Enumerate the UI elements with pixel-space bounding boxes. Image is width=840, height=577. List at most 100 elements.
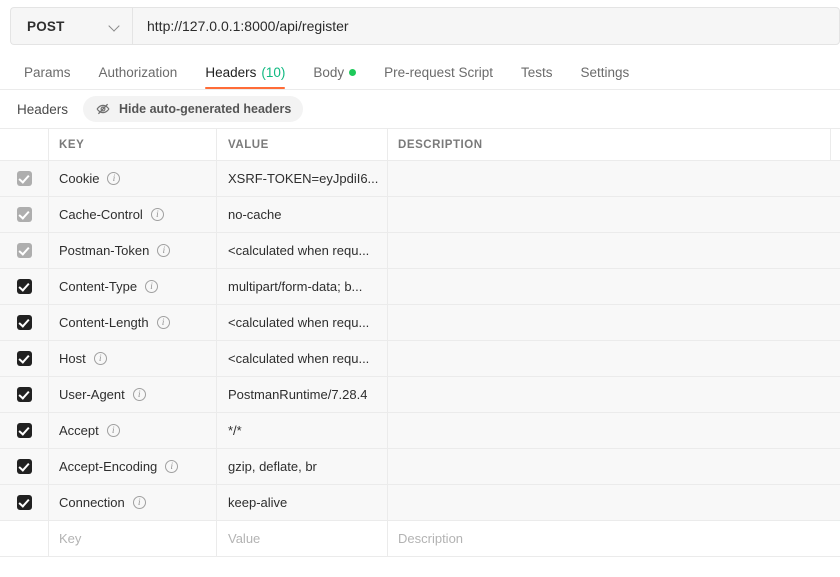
- row-checkbox[interactable]: [16, 387, 32, 402]
- row-value-text: */*: [228, 423, 242, 438]
- row-checkbox[interactable]: [16, 171, 32, 186]
- new-row-value-cell[interactable]: Value: [216, 521, 387, 556]
- row-key-text: User-Agent: [59, 387, 125, 402]
- row-checkbox[interactable]: [16, 459, 32, 474]
- hide-auto-generated-headers-label: Hide auto-generated headers: [119, 102, 292, 116]
- tab-label: Params: [24, 64, 71, 80]
- table-row[interactable]: Accept i */*: [0, 413, 840, 449]
- info-icon[interactable]: i: [157, 244, 171, 257]
- row-checkbox[interactable]: [16, 279, 32, 294]
- table-header-description-cell: DESCRIPTION: [387, 129, 831, 160]
- new-row-value-placeholder: Value: [228, 531, 261, 546]
- table-row[interactable]: User-Agent i PostmanRuntime/7.28.4: [0, 377, 840, 413]
- row-checkbox-cell: [0, 197, 48, 232]
- table-row[interactable]: Content-Type i multipart/form-data; b...: [0, 269, 840, 305]
- row-value-cell[interactable]: multipart/form-data; b...: [216, 269, 387, 304]
- row-key-cell[interactable]: Cache-Control i: [48, 197, 216, 232]
- table-header-value-cell: VALUE: [216, 129, 387, 160]
- row-description-cell[interactable]: [387, 233, 840, 268]
- row-checkbox[interactable]: [16, 423, 32, 438]
- table-row[interactable]: Connection i keep-alive: [0, 485, 840, 521]
- tab-tests[interactable]: Tests: [507, 65, 567, 90]
- tab-label: Pre-request Script: [384, 64, 493, 80]
- table-header-key-cell: KEY: [48, 129, 216, 160]
- row-checkbox-cell: [0, 449, 48, 484]
- row-key-cell[interactable]: Content-Type i: [48, 269, 216, 304]
- row-value-cell[interactable]: <calculated when requ...: [216, 233, 387, 268]
- row-key-text: Host: [59, 351, 86, 366]
- request-tabs: Params Authorization Headers (10) Body P…: [0, 52, 840, 90]
- table-row[interactable]: Cookie i XSRF-TOKEN=eyJpdiI6...: [0, 161, 840, 197]
- row-key-cell[interactable]: Accept i: [48, 413, 216, 448]
- column-header-key: KEY: [59, 138, 85, 151]
- row-description-cell[interactable]: [387, 305, 840, 340]
- table-row[interactable]: Content-Length i <calculated when requ..…: [0, 305, 840, 341]
- info-icon[interactable]: i: [132, 496, 146, 509]
- row-value-cell[interactable]: XSRF-TOKEN=eyJpdiI6...: [216, 161, 387, 196]
- tab-label: Settings: [580, 64, 630, 80]
- tab-settings[interactable]: Settings: [566, 64, 643, 90]
- row-description-cell[interactable]: [387, 485, 840, 520]
- chevron-down-icon: [109, 21, 120, 32]
- info-icon[interactable]: i: [150, 208, 164, 221]
- http-method-select[interactable]: POST: [10, 7, 132, 45]
- row-value-cell[interactable]: <calculated when requ...: [216, 341, 387, 376]
- info-icon[interactable]: i: [106, 424, 120, 437]
- row-checkbox-cell: [0, 233, 48, 268]
- row-value-text: multipart/form-data; b...: [228, 279, 363, 294]
- row-value-cell[interactable]: <calculated when requ...: [216, 305, 387, 340]
- headers-table: KEY VALUE DESCRIPTION Cookie i XSRF-TOKE…: [0, 128, 840, 557]
- row-value-text: <calculated when requ...: [228, 351, 370, 366]
- table-row[interactable]: Accept-Encoding i gzip, deflate, br: [0, 449, 840, 485]
- row-key-cell[interactable]: Postman-Token i: [48, 233, 216, 268]
- http-method-label: POST: [27, 18, 65, 34]
- tab-params[interactable]: Params: [10, 64, 85, 90]
- info-icon[interactable]: i: [107, 172, 121, 185]
- row-description-cell[interactable]: [387, 161, 840, 196]
- tab-authorization[interactable]: Authorization: [85, 65, 192, 90]
- table-row[interactable]: Postman-Token i <calculated when requ...: [0, 233, 840, 269]
- row-key-cell[interactable]: Accept-Encoding i: [48, 449, 216, 484]
- row-checkbox[interactable]: [16, 315, 32, 330]
- info-icon[interactable]: i: [93, 352, 107, 365]
- table-row[interactable]: Cache-Control i no-cache: [0, 197, 840, 233]
- headers-subheader: Headers Hide auto-generated headers: [0, 90, 840, 128]
- row-description-cell[interactable]: [387, 269, 840, 304]
- tab-body[interactable]: Body: [299, 65, 370, 90]
- info-icon[interactable]: i: [145, 280, 159, 293]
- row-checkbox[interactable]: [16, 351, 32, 366]
- row-key-text: Accept-Encoding: [59, 459, 158, 474]
- new-row-key-cell[interactable]: Key: [48, 521, 216, 556]
- hide-auto-generated-headers-button[interactable]: Hide auto-generated headers: [83, 96, 304, 122]
- headers-section-title: Headers: [17, 101, 69, 117]
- request-url-input[interactable]: http://127.0.0.1:8000/api/register: [132, 7, 840, 45]
- row-value-cell[interactable]: keep-alive: [216, 485, 387, 520]
- tab-pre-request-script[interactable]: Pre-request Script: [370, 64, 507, 90]
- row-checkbox[interactable]: [16, 495, 32, 510]
- row-description-cell[interactable]: [387, 197, 840, 232]
- info-icon[interactable]: i: [165, 460, 179, 473]
- row-description-cell[interactable]: [387, 377, 840, 412]
- row-value-cell[interactable]: no-cache: [216, 197, 387, 232]
- row-key-cell[interactable]: Content-Length i: [48, 305, 216, 340]
- row-value-cell[interactable]: */*: [216, 413, 387, 448]
- row-description-cell[interactable]: [387, 413, 840, 448]
- row-checkbox[interactable]: [16, 207, 32, 222]
- table-header-row: KEY VALUE DESCRIPTION: [0, 129, 840, 161]
- table-row[interactable]: Host i <calculated when requ...: [0, 341, 840, 377]
- row-value-cell[interactable]: gzip, deflate, br: [216, 449, 387, 484]
- row-description-cell[interactable]: [387, 449, 840, 484]
- row-key-cell[interactable]: Cookie i: [48, 161, 216, 196]
- new-row-description-cell[interactable]: Description: [387, 521, 840, 556]
- row-value-text: keep-alive: [228, 495, 288, 510]
- info-icon[interactable]: i: [132, 388, 146, 401]
- row-key-cell[interactable]: Connection i: [48, 485, 216, 520]
- info-icon[interactable]: i: [156, 316, 170, 329]
- new-header-row[interactable]: Key Value Description: [0, 521, 840, 557]
- row-key-cell[interactable]: Host i: [48, 341, 216, 376]
- row-value-cell[interactable]: PostmanRuntime/7.28.4: [216, 377, 387, 412]
- tab-headers[interactable]: Headers (10): [191, 65, 299, 90]
- row-description-cell[interactable]: [387, 341, 840, 376]
- row-checkbox[interactable]: [16, 243, 32, 258]
- row-key-cell[interactable]: User-Agent i: [48, 377, 216, 412]
